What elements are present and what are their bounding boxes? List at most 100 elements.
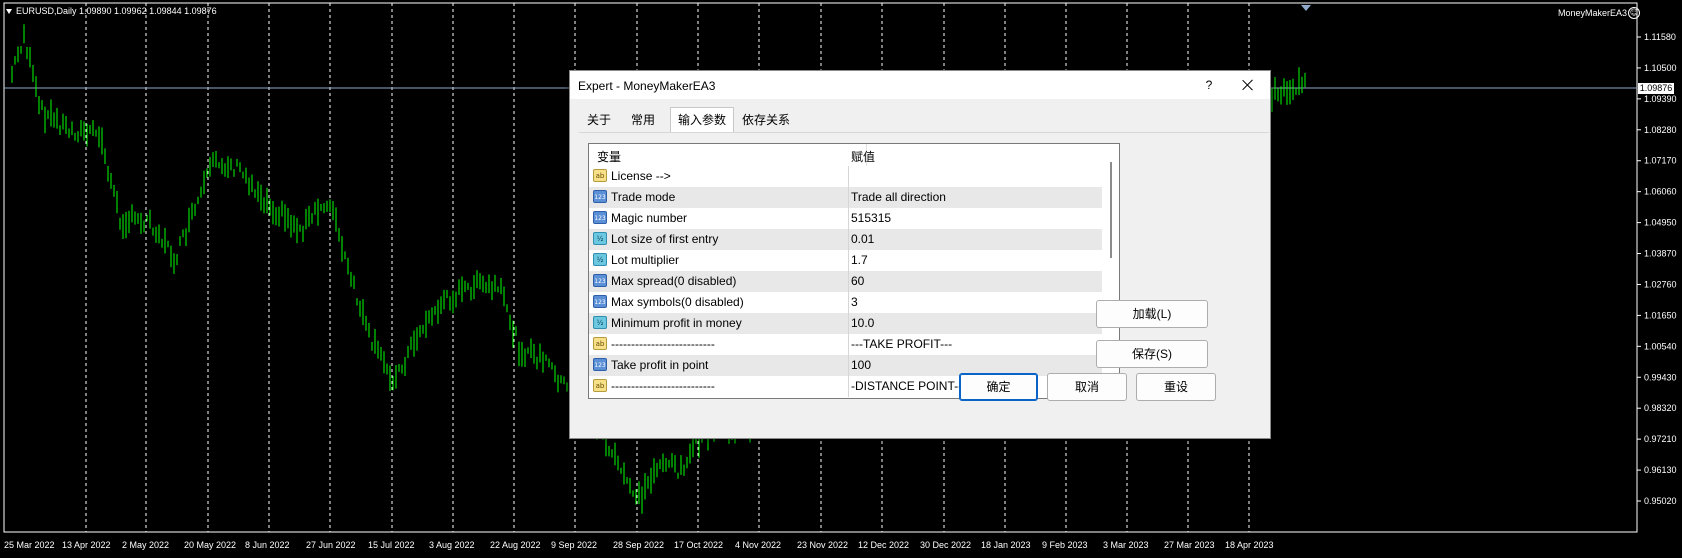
ea-name-label: MoneyMakerEA3 xyxy=(1557,8,1627,18)
dialog-title: Expert - MoneyMakerEA3 xyxy=(578,79,716,93)
price-label: 1.10500 xyxy=(1644,63,1677,73)
date-label: 27 Jun 2022 xyxy=(306,540,356,550)
ok-button[interactable]: 确定 xyxy=(959,373,1038,401)
date-label: 25 Mar 2022 xyxy=(4,540,55,550)
date-label: 9 Sep 2022 xyxy=(551,540,597,550)
price-label: 1.03870 xyxy=(1644,249,1677,259)
price-label: 1.04950 xyxy=(1644,218,1677,228)
row-variable: -------------------------- xyxy=(611,337,715,351)
row-value[interactable]: 3 xyxy=(851,295,858,309)
row-variable: Take profit in point xyxy=(611,358,709,372)
date-label: 23 Nov 2022 xyxy=(797,540,848,550)
column-divider xyxy=(848,292,849,313)
row-value[interactable]: 1.7 xyxy=(851,253,868,267)
row-variable: License --> xyxy=(611,169,671,183)
date-label: 3 Aug 2022 xyxy=(429,540,475,550)
price-label: 1.01650 xyxy=(1644,310,1677,320)
chart-symbol-info: EURUSD,Daily 1.09890 1.09962 1.09844 1.0… xyxy=(6,6,217,16)
price-label: 1.07170 xyxy=(1644,156,1677,166)
row-variable: -------------------------- xyxy=(611,379,715,393)
row-value[interactable]: ---TAKE PROFIT--- xyxy=(851,337,952,351)
tab-divider xyxy=(579,132,1269,133)
table-row[interactable]: 123 Magic number 515315 xyxy=(589,208,1102,229)
help-button[interactable]: ? xyxy=(1199,75,1219,95)
date-label: 4 Nov 2022 xyxy=(735,540,781,550)
row-variable: Lot size of first entry xyxy=(611,232,719,246)
date-label: 17 Oct 2022 xyxy=(674,540,723,550)
row-variable: Trade mode xyxy=(611,190,676,204)
row-value[interactable]: 0.01 xyxy=(851,232,874,246)
double-type-icon: ½ xyxy=(593,253,607,266)
row-value[interactable]: 60 xyxy=(851,274,864,288)
scrollbar-thumb[interactable] xyxy=(1110,162,1112,258)
table-row[interactable]: ½ Lot multiplier 1.7 xyxy=(589,250,1102,271)
inputs-table[interactable]: 变量 赋值 ab License --> 123 Trade mode Trade al… xyxy=(588,143,1120,399)
row-value[interactable]: 10.0 xyxy=(851,316,874,330)
date-label: 3 Mar 2023 xyxy=(1103,540,1149,550)
row-value[interactable]: 515315 xyxy=(851,211,891,225)
date-label: 15 Jul 2022 xyxy=(368,540,415,550)
ok-button-label: 确定 xyxy=(986,380,1011,394)
cancel-button[interactable]: 取消 xyxy=(1047,373,1127,401)
row-value[interactable]: Trade all direction xyxy=(851,190,946,204)
column-divider xyxy=(848,229,849,250)
date-label: 9 Feb 2023 xyxy=(1042,540,1088,550)
table-row[interactable]: ab -------------------------- ---TAKE PROF… xyxy=(589,334,1102,355)
date-label: 30 Dec 2022 xyxy=(920,540,971,550)
reset-button-label: 重设 xyxy=(1163,380,1188,394)
column-header-variable[interactable]: 变量 xyxy=(597,148,621,165)
price-label: 0.99430 xyxy=(1644,372,1677,382)
tab-inputs[interactable]: 输入参数 xyxy=(670,107,734,133)
tab-dependencies[interactable]: 依存关系 xyxy=(734,109,798,131)
reset-button[interactable]: 重设 xyxy=(1136,373,1216,401)
table-row[interactable]: 123 Trade mode Trade all direction xyxy=(589,187,1102,208)
expert-properties-dialog: Expert - MoneyMakerEA3 ? 关于 常用 输入参数 依存关系… xyxy=(569,70,1271,439)
tab-common[interactable]: 常用 xyxy=(621,109,665,131)
table-row[interactable]: ½ Minimum profit in money 10.0 xyxy=(589,313,1102,334)
column-divider xyxy=(848,334,849,355)
date-label: 12 Dec 2022 xyxy=(858,540,909,550)
dropdown-triangle-icon[interactable] xyxy=(6,9,12,15)
string-type-icon: ab xyxy=(593,337,607,350)
price-label: 1.02760 xyxy=(1644,279,1677,289)
load-button[interactable]: 加载(L) xyxy=(1096,300,1208,328)
date-label: 13 Apr 2022 xyxy=(62,540,111,550)
column-divider xyxy=(848,166,849,187)
column-header-value[interactable]: 赋值 xyxy=(851,148,875,165)
table-row[interactable]: 123 Max symbols(0 disabled) 3 xyxy=(589,292,1102,313)
row-variable: Max spread(0 disabled) xyxy=(611,274,737,288)
table-row[interactable]: ½ Lot size of first entry 0.01 xyxy=(589,229,1102,250)
close-button[interactable] xyxy=(1238,75,1258,95)
row-value[interactable]: 100 xyxy=(851,358,871,372)
price-label: 0.96130 xyxy=(1644,465,1677,475)
string-type-icon: ab xyxy=(593,169,607,182)
table-row[interactable]: 123 Max spread(0 disabled) 60 xyxy=(589,271,1102,292)
integer-type-icon: 123 xyxy=(593,295,607,308)
column-divider xyxy=(848,355,849,376)
date-label: 27 Mar 2023 xyxy=(1164,540,1215,550)
table-header: 变量 赋值 xyxy=(589,144,1102,166)
price-label: 1.09390 xyxy=(1644,94,1677,104)
row-variable: Max symbols(0 disabled) xyxy=(611,295,744,309)
dialog-titlebar[interactable]: Expert - MoneyMakerEA3 ? xyxy=(570,71,1270,99)
price-label: 1.00540 xyxy=(1644,341,1677,351)
tab-about[interactable]: 关于 xyxy=(579,109,619,131)
price-label: 1.08280 xyxy=(1644,125,1677,135)
integer-type-icon: 123 xyxy=(593,358,607,371)
load-button-label: 加载(L) xyxy=(1132,307,1172,321)
double-type-icon: ½ xyxy=(593,316,607,329)
date-label: 18 Jan 2023 xyxy=(981,540,1031,550)
price-label: 0.98320 xyxy=(1644,403,1677,413)
column-divider xyxy=(848,376,849,397)
row-variable: Minimum profit in money xyxy=(611,316,742,330)
date-label: 28 Sep 2022 xyxy=(613,540,664,550)
price-label: 1.06060 xyxy=(1644,187,1677,197)
price-label: 1.11580 xyxy=(1644,32,1676,42)
date-label: 8 Jun 2022 xyxy=(245,540,290,550)
save-button[interactable]: 保存(S) xyxy=(1096,340,1208,368)
date-label: 2 May 2022 xyxy=(122,540,169,550)
row-value[interactable]: -DISTANCE POINT-- xyxy=(851,379,962,393)
table-row[interactable]: ab License --> xyxy=(589,166,1102,187)
smiley-icon[interactable]: ☺ xyxy=(1628,7,1640,19)
price-label: 0.95020 xyxy=(1644,496,1677,506)
